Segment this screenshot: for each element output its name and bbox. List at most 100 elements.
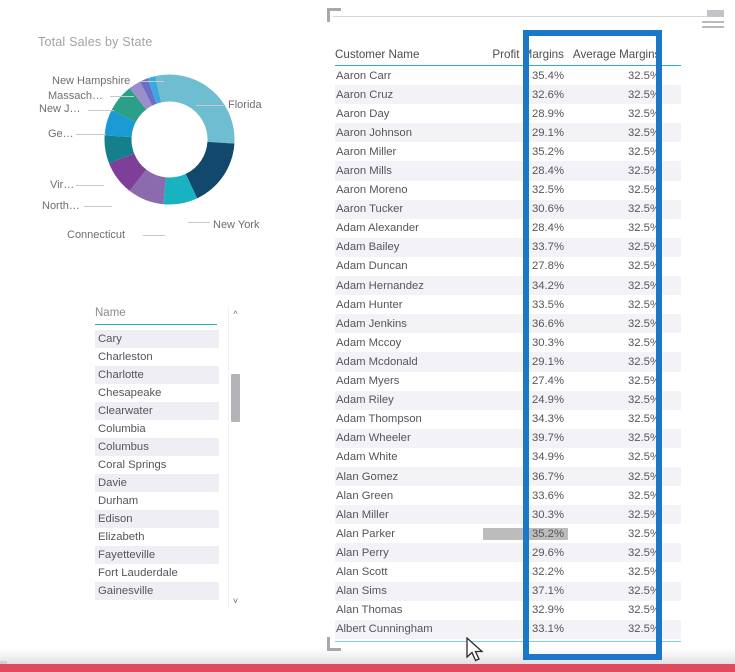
cell-customer-name: Alan Thomas	[336, 604, 403, 617]
table-row[interactable]: Alan Parker 35.2% 32.5%	[335, 524, 681, 543]
table-row[interactable]: Aaron Moreno 32.5% 32.5%	[335, 181, 681, 200]
cell-profit-margin: 35.2%	[483, 527, 568, 540]
table-body[interactable]: Aaron Carr 35.4% 32.5% Aaron Cruz 32.6% 32.5%…	[335, 66, 681, 639]
slicer-item[interactable]: Fort Lauderdale	[95, 564, 219, 582]
cell-customer-name: Alan Scott	[336, 565, 388, 578]
donut-chart-title: Total Sales by State	[38, 35, 153, 49]
cell-profit-margin: 34.2%	[531, 279, 564, 292]
table-visual[interactable]: Customer Name Profit Margins Average Mar…	[325, 11, 721, 667]
cell-average-margin: 32.5%	[627, 375, 660, 388]
cell-average-margin: 32.5%	[627, 317, 660, 330]
cell-average-margin: 32.5%	[627, 69, 660, 82]
cell-profit-margin: 30.6%	[531, 203, 564, 216]
canvas-bottom-fade	[0, 648, 735, 664]
column-header-profit-margins[interactable]: Profit Margins	[480, 48, 568, 61]
table-row[interactable]: Adam Hernandez 34.2% 32.5%	[335, 276, 681, 296]
table-row[interactable]: Alan Green 33.6% 32.5%	[335, 486, 681, 505]
table-row[interactable]: Adam Hunter 33.5% 32.5%	[335, 295, 681, 314]
table-row[interactable]: Alan Gomez 36.7% 32.5%	[335, 466, 681, 487]
table-row[interactable]: Aaron Miller 35.2% 32.5%	[335, 142, 681, 161]
cell-profit-margin: 35.4%	[531, 69, 564, 82]
table-row[interactable]: Aaron Carr 35.4% 32.5%	[335, 66, 681, 85]
slicer-item[interactable]: Chesapeake	[95, 384, 219, 402]
table-row[interactable]: Aaron Johnson 29.1% 32.5%	[335, 123, 681, 143]
slicer-item[interactable]: Gainesville	[95, 582, 219, 600]
visual-options-menu-icon[interactable]	[697, 8, 727, 30]
donut-label-massachusetts: Massach…	[48, 90, 104, 102]
slicer-item[interactable]: Fayetteville	[95, 546, 219, 564]
table-row[interactable]: Adam White 34.9% 32.5%	[335, 448, 681, 467]
cell-average-margin: 32.5%	[627, 279, 660, 292]
leader-line-north-carolina	[84, 206, 112, 207]
donut-label-florida: Florida	[228, 99, 262, 111]
slicer-item[interactable]: Clearwater	[95, 402, 219, 420]
cell-customer-name: Adam Jenkins	[336, 317, 407, 330]
table-row[interactable]: Adam Mccoy 30.3% 32.5%	[335, 333, 681, 352]
selection-handle-bottom-left[interactable]	[327, 637, 341, 651]
cell-average-margin: 32.5%	[627, 88, 660, 101]
slicer-item[interactable]: Elizabeth	[95, 528, 219, 546]
cell-average-margin: 32.5%	[627, 413, 660, 426]
slicer-item[interactable]: Davie	[95, 474, 219, 492]
donut-slice[interactable]	[169, 74, 235, 144]
table-row[interactable]: Aaron Mills 28.4% 32.5%	[335, 161, 681, 181]
cell-customer-name: Aaron Cruz	[336, 88, 394, 101]
slicer-visual[interactable]: Name Cary Charleston Charlotte Chesapeake Cl…	[88, 302, 248, 624]
slicer-item[interactable]: Charleston	[95, 348, 219, 366]
cell-average-margin: 32.5%	[627, 336, 660, 349]
table-row[interactable]: Adam Wheeler 39.7% 32.5%	[335, 428, 681, 448]
cell-customer-name: Aaron Carr	[336, 69, 392, 82]
scrollbar-thumb[interactable]	[231, 374, 240, 422]
donut-label-georgia: Ge…	[48, 128, 74, 140]
donut-label-virginia: Vir…	[50, 179, 75, 191]
cell-average-margin: 32.5%	[627, 394, 660, 407]
cell-profit-margin: 29.1%	[531, 355, 564, 368]
donut-label-new-hampshire: New Hampshire	[52, 75, 131, 87]
donut-chart-graphic[interactable]	[103, 73, 236, 206]
table-row[interactable]: Aaron Tucker 30.6% 32.5%	[335, 199, 681, 219]
cell-profit-margin: 28.9%	[531, 107, 564, 120]
cell-profit-margin: 39.7%	[531, 432, 564, 445]
leader-line-new-hampshire	[140, 81, 164, 82]
table-row[interactable]: Albert Cunningham 33.1% 32.5%	[335, 619, 681, 639]
table-row[interactable]: Adam Bailey 33.7% 32.5%	[335, 237, 681, 257]
slicer-item[interactable]: Edison	[95, 510, 219, 528]
cell-profit-margin: 33.7%	[531, 241, 564, 254]
data-table[interactable]: Customer Name Profit Margins Average Mar…	[335, 36, 681, 667]
table-row[interactable]: Aaron Cruz 32.6% 32.5%	[335, 85, 681, 105]
cell-customer-name: Alan Parker	[335, 527, 483, 540]
selection-handle-top-left[interactable]	[327, 8, 341, 22]
cell-profit-margin: 30.3%	[531, 336, 564, 349]
slicer-item[interactable]: Durham	[95, 492, 219, 510]
table-row[interactable]: Aaron Day 28.9% 32.5%	[335, 104, 681, 123]
slicer-item[interactable]: Coral Springs	[95, 456, 219, 474]
table-row[interactable]: Alan Perry 29.6% 32.5%	[335, 543, 681, 563]
table-row[interactable]: Adam Myers 27.4% 32.5%	[335, 372, 681, 391]
cell-customer-name: Albert Cunningham	[336, 623, 433, 636]
cell-customer-name: Aaron Moreno	[336, 184, 408, 197]
slicer-item[interactable]: Columbus	[95, 438, 219, 456]
table-row[interactable]: Alan Scott 32.2% 32.5%	[335, 562, 681, 581]
table-row[interactable]: Adam Alexander 28.4% 32.5%	[335, 219, 681, 238]
column-header-average-margins[interactable]: Average Margins	[568, 48, 681, 61]
table-row[interactable]: Alan Thomas 32.9% 32.5%	[335, 601, 681, 620]
slicer-scrollbar[interactable]: ^ ˅	[228, 308, 242, 608]
cell-average-margin: 32.5%	[627, 107, 660, 120]
table-row[interactable]: Alan Miller 30.3% 32.5%	[335, 505, 681, 525]
table-row[interactable]: Adam Jenkins 36.6% 32.5%	[335, 314, 681, 334]
table-row[interactable]: Alan Sims 37.1% 32.5%	[335, 581, 681, 601]
slicer-item-list[interactable]: Cary Charleston Charlotte Chesapeake Clearwa…	[95, 330, 219, 600]
chevron-down-icon[interactable]: ˅	[229, 595, 242, 608]
table-row[interactable]: Adam Mcdonald 29.1% 32.5%	[335, 352, 681, 372]
slicer-item[interactable]: Columbia	[95, 420, 219, 438]
column-header-customer-name[interactable]: Customer Name	[335, 48, 480, 61]
menu-glyph-middle	[702, 21, 724, 23]
table-row[interactable]: Adam Riley 24.9% 32.5%	[335, 390, 681, 410]
donut-chart-visual[interactable]: Total Sales by State Florida New York Ne…	[0, 0, 318, 280]
slicer-item[interactable]: Charlotte	[95, 366, 219, 384]
table-row[interactable]: Adam Duncan 27.8% 32.5%	[335, 257, 681, 276]
slicer-item[interactable]: Cary	[95, 330, 219, 348]
cell-average-margin: 32.5%	[627, 527, 660, 540]
table-row[interactable]: Adam Thompson 34.3% 32.5%	[335, 410, 681, 429]
chevron-up-icon[interactable]: ^	[229, 308, 242, 321]
